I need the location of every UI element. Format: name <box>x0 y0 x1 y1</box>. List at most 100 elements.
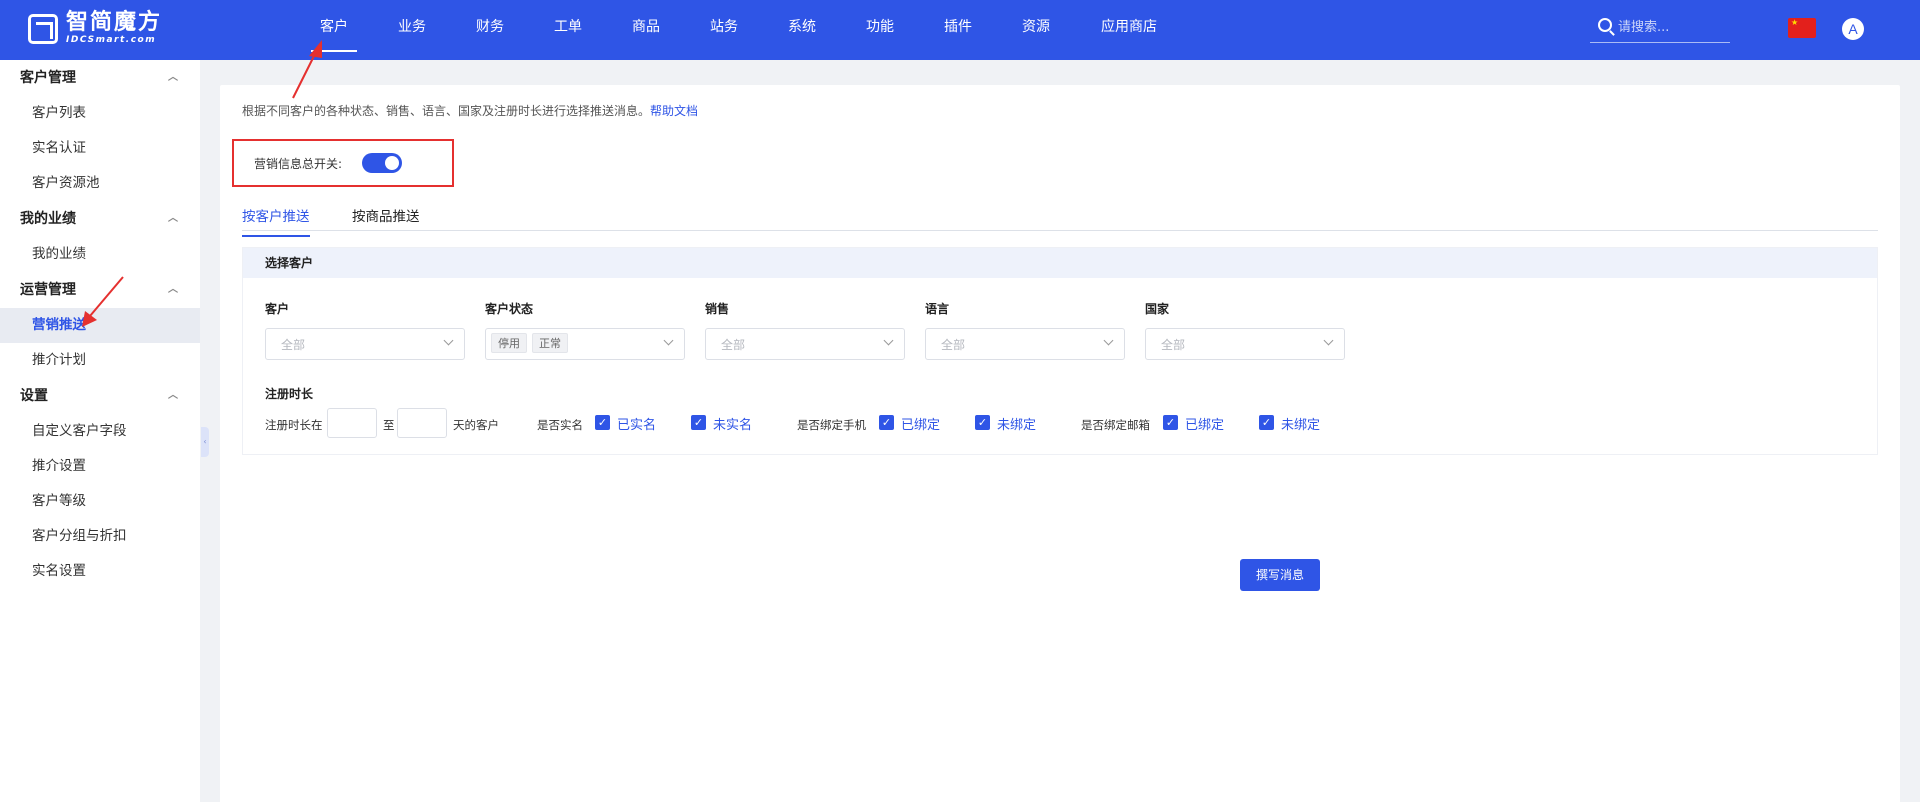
realname-yes-checkbox[interactable]: ✓ <box>595 415 610 430</box>
status-select[interactable]: 停用 正常 <box>485 328 685 360</box>
chevron-down-icon <box>1323 335 1334 346</box>
sales-field-label: 销售 <box>705 302 730 316</box>
tab-by-customer[interactable]: 按客户推送 <box>242 205 310 237</box>
search-icon[interactable] <box>1598 18 1612 32</box>
sidebar-item-customer-pool[interactable]: 客户资源池 <box>0 166 200 201</box>
logo-mark-icon <box>28 13 58 44</box>
chevron-down-icon <box>883 335 894 346</box>
sidebar: 客户管理 ︿ 客户列表 实名认证 客户资源池 我的业绩 ︿ 我的业绩 运营管理 … <box>0 60 200 802</box>
email-yes-checkbox[interactable]: ✓ <box>1163 415 1178 430</box>
email-yes-label[interactable]: 已绑定 <box>1185 414 1224 433</box>
sidebar-item-my-performance[interactable]: 我的业绩 <box>0 237 200 272</box>
reg-max-days-input[interactable] <box>397 408 447 438</box>
nav-product[interactable]: 商品 <box>616 0 676 60</box>
phone-yes-checkbox[interactable]: ✓ <box>879 415 894 430</box>
select-placeholder: 全部 <box>281 338 306 352</box>
phone-label: 是否绑定手机 <box>797 418 866 432</box>
nav-ticket[interactable]: 工单 <box>538 0 598 60</box>
country-select[interactable]: 全部 <box>1145 328 1345 360</box>
sidebar-item-referral-plan[interactable]: 推介计划 <box>0 343 200 378</box>
select-placeholder: 全部 <box>721 338 746 352</box>
reg-suffix: 天的客户 <box>453 418 499 432</box>
user-avatar[interactable]: A <box>1842 18 1864 40</box>
language-flag-icon[interactable] <box>1788 18 1816 38</box>
registration-row: 注册时长在 至 天的客户 是否实名 ✓ 已实名 ✓ 未实名 是否绑定手机 ✓ 已… <box>265 408 1865 438</box>
chevron-down-icon <box>443 335 454 346</box>
sidebar-item-customer-list[interactable]: 客户列表 <box>0 96 200 131</box>
master-switch-label: 营销信息总开关: <box>254 157 343 171</box>
customer-field-label: 客户 <box>265 302 290 316</box>
email-no-label[interactable]: 未绑定 <box>1281 414 1320 433</box>
write-message-button[interactable]: 撰写消息 <box>1240 559 1320 591</box>
master-switch-highlight: 营销信息总开关: <box>232 139 454 187</box>
country-field-label: 国家 <box>1145 302 1170 316</box>
reg-prefix: 注册时长在 <box>265 418 323 432</box>
reg-mid: 至 <box>383 418 395 432</box>
language-select[interactable]: 全部 <box>925 328 1125 360</box>
search-input[interactable] <box>1618 17 1724 37</box>
phone-yes-label[interactable]: 已绑定 <box>901 414 940 433</box>
nav-system[interactable]: 系统 <box>772 0 832 60</box>
nav-app-store[interactable]: 应用商店 <box>1084 0 1174 60</box>
nav-site[interactable]: 站务 <box>694 0 754 60</box>
phone-no-label[interactable]: 未绑定 <box>997 414 1036 433</box>
sidebar-item-customer-level[interactable]: 客户等级 <box>0 484 200 519</box>
main-nav: 客户 业务 财务 工单 商品 站务 系统 功能 插件 资源 应用商店 <box>304 0 1174 60</box>
phone-no-checkbox[interactable]: ✓ <box>975 415 990 430</box>
chevron-up-icon: ︿ <box>168 284 178 295</box>
tab-by-product[interactable]: 按商品推送 <box>352 205 420 225</box>
sidebar-group-label: 设置 <box>20 388 48 404</box>
status-tag-normal[interactable]: 正常 <box>532 333 568 353</box>
sidebar-group-label: 我的业绩 <box>20 211 76 227</box>
sidebar-group-settings[interactable]: 设置 ︿ <box>0 378 200 414</box>
sidebar-group-performance[interactable]: 我的业绩 ︿ <box>0 201 200 237</box>
chevron-down-icon <box>663 335 674 346</box>
sidebar-group-label: 运营管理 <box>20 282 76 298</box>
email-no-checkbox[interactable]: ✓ <box>1259 415 1274 430</box>
search-box <box>1590 13 1730 43</box>
push-tabs: 按客户推送 按商品推送 <box>242 195 1878 237</box>
sidebar-item-realname-settings[interactable]: 实名设置 <box>0 554 200 589</box>
filter-section-title: 选择客户 <box>243 248 1877 278</box>
brand-name: 智简魔方 <box>66 10 163 35</box>
realname-yes-label[interactable]: 已实名 <box>617 414 656 433</box>
email-label: 是否绑定邮箱 <box>1081 418 1150 432</box>
customer-select[interactable]: 全部 <box>265 328 465 360</box>
nav-customer[interactable]: 客户 <box>304 0 364 60</box>
intro-text: 根据不同客户的各种状态、销售、语言、国家及注册时长进行选择推送消息。帮助文档 <box>242 102 698 119</box>
main-card: 根据不同客户的各种状态、销售、语言、国家及注册时长进行选择推送消息。帮助文档 营… <box>220 85 1900 802</box>
sidebar-group-label: 客户管理 <box>20 70 76 86</box>
realname-no-label[interactable]: 未实名 <box>713 414 752 433</box>
nav-plugin[interactable]: 插件 <box>928 0 988 60</box>
brand-sub: IDCSmart.com <box>66 35 157 45</box>
sidebar-group-operations[interactable]: 运营管理 ︿ <box>0 272 200 308</box>
sidebar-item-referral-settings[interactable]: 推介设置 <box>0 449 200 484</box>
select-placeholder: 全部 <box>1161 338 1186 352</box>
sidebar-item-marketing-push[interactable]: 营销推送 <box>0 308 200 343</box>
status-tag-disabled[interactable]: 停用 <box>491 333 527 353</box>
intro-description: 根据不同客户的各种状态、销售、语言、国家及注册时长进行选择推送消息。 <box>242 104 651 118</box>
nav-business[interactable]: 业务 <box>382 0 442 60</box>
realname-label: 是否实名 <box>537 418 583 432</box>
nav-finance[interactable]: 财务 <box>460 0 520 60</box>
sidebar-collapse-handle[interactable]: ‹ <box>201 427 209 457</box>
registration-duration-title: 注册时长 <box>265 387 314 401</box>
customer-filter-panel: 选择客户 客户 全部 客户状态 停用 正常 销售 全部 语言 全部 国家 全部 … <box>242 247 1878 455</box>
master-switch-toggle[interactable] <box>362 153 402 173</box>
sidebar-item-custom-fields[interactable]: 自定义客户字段 <box>0 414 200 449</box>
chevron-down-icon <box>1103 335 1114 346</box>
realname-no-checkbox[interactable]: ✓ <box>691 415 706 430</box>
sidebar-item-realname-auth[interactable]: 实名认证 <box>0 131 200 166</box>
sidebar-group-customer-mgmt[interactable]: 客户管理 ︿ <box>0 60 200 96</box>
nav-feature[interactable]: 功能 <box>850 0 910 60</box>
brand-logo[interactable]: 智简魔方 IDCSmart.com <box>28 12 162 45</box>
reg-min-days-input[interactable] <box>327 408 377 438</box>
select-placeholder: 全部 <box>941 338 966 352</box>
nav-resource[interactable]: 资源 <box>1006 0 1066 60</box>
status-field-label: 客户状态 <box>485 302 534 316</box>
top-bar: 智简魔方 IDCSmart.com 客户 业务 财务 工单 商品 站务 系统 功… <box>0 0 1920 60</box>
help-doc-link[interactable]: 帮助文档 <box>650 104 698 118</box>
sidebar-item-group-discount[interactable]: 客户分组与折扣 <box>0 519 200 554</box>
sales-select[interactable]: 全部 <box>705 328 905 360</box>
chevron-up-icon: ︿ <box>168 72 178 83</box>
